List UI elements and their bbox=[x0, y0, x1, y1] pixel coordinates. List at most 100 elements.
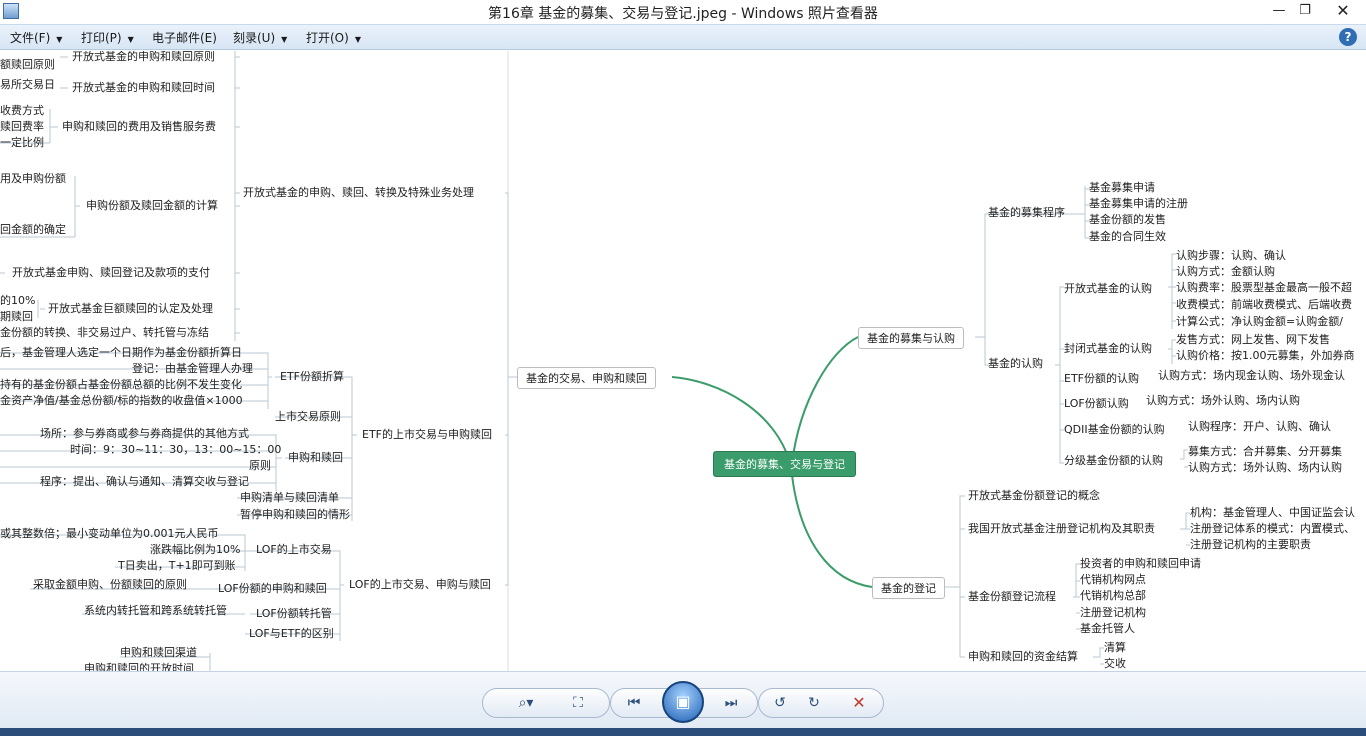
node-etf-pause: 暂停申购和赎回的情形 bbox=[240, 508, 350, 521]
actual-size-icon[interactable]: ⛶ bbox=[565, 690, 591, 716]
node-reg-flow-item: 注册登记机构 bbox=[1080, 606, 1146, 619]
node-calc-leaf: 用及申购份额 bbox=[0, 172, 66, 185]
node-reg-org-item: 注册登记体系的模式：内置模式、 bbox=[1190, 522, 1355, 535]
rotate-counterclockwise-icon[interactable]: ↺ bbox=[767, 690, 793, 716]
node-etf-subscription: ETF份额的认购 bbox=[1064, 372, 1139, 385]
menu-print-label: 打印(P) bbox=[81, 31, 122, 45]
previous-icon[interactable]: ⏮ bbox=[621, 690, 647, 716]
node-qdii-sub-item: 认购程序：开户、认购、确认 bbox=[1188, 420, 1331, 433]
node-recruit-procedure: 基金的募集程序 bbox=[988, 206, 1065, 219]
mindmap-connectors bbox=[0, 51, 1190, 671]
node-etf-split-leaf: 持有的基金份额占基金份额总额的比例不发生变化 bbox=[0, 378, 242, 391]
node-lof-listing: LOF的上市交易 bbox=[256, 543, 332, 556]
chevron-down-icon: ▼ bbox=[56, 35, 63, 44]
node-settlement-item: 清算 bbox=[1104, 641, 1126, 654]
node-open-trade: 开放式基金的申购、赎回、转换及特殊业务处理 bbox=[243, 186, 474, 199]
node-fee: 申购和赎回的费用及销售服务费 bbox=[62, 120, 216, 133]
taskbar bbox=[0, 728, 1366, 736]
node-etf-listing: 上市交易原则 bbox=[275, 410, 341, 423]
node-etf-trade: ETF的上市交易与申购赎回 bbox=[362, 428, 492, 441]
menu-email-label: 电子邮件(E) bbox=[152, 31, 217, 45]
node-recruit-item: 基金募集申请的注册 bbox=[1089, 197, 1188, 210]
window-title: 第16章 基金的募集、交易与登记.jpeg - Windows 照片查看器 bbox=[488, 6, 878, 22]
node-etf-split: ETF份额折算 bbox=[280, 370, 344, 383]
node-etf-split-leaf: 登记：由基金管理人办理 bbox=[132, 362, 253, 375]
node-recruit-item: 基金的合同生效 bbox=[1089, 230, 1166, 243]
menu-email[interactable]: 电子邮件(E) bbox=[152, 29, 217, 46]
node-huge-redeem: 开放式基金巨额赎回的认定及处理 bbox=[48, 302, 213, 315]
node-closed-sub-item: 发售方式：网上发售、网下发售 bbox=[1176, 333, 1330, 346]
menu-file-label: 文件(F) bbox=[10, 31, 51, 45]
node-reg-flow: 基金份额登记流程 bbox=[968, 590, 1056, 603]
node-open-sub-item: 收费模式：前端收费模式、后端收费 bbox=[1176, 298, 1352, 311]
node-reg-flow-item: 基金托管人 bbox=[1080, 622, 1135, 635]
slideshow-icon[interactable]: ▣ bbox=[662, 681, 704, 723]
node-open-sub-item: 认购步骤：认购、确认 bbox=[1176, 249, 1286, 262]
node-closed-subscription: 封闭式基金的认购 bbox=[1064, 342, 1152, 355]
title-bar: 第16章 基金的募集、交易与登记.jpeg - Windows 照片查看器 — … bbox=[0, 0, 1366, 24]
node-lof-open-time: 申购和赎回的开放时间 bbox=[84, 662, 194, 671]
node-settle-pay: 开放式基金申购、赎回登记及款项的支付 bbox=[12, 266, 210, 279]
node-etf-sr-leaf: 场所：参与券商或参与券商提供的其他方式 bbox=[40, 427, 249, 440]
node-etf-sr: 申购和赎回 bbox=[288, 451, 343, 464]
node-graded-subscription: 分级基金份额的认购 bbox=[1064, 454, 1163, 467]
node-graded-sub-item: 募集方式：合并募集、分开募集 bbox=[1188, 445, 1342, 458]
node-open-sub-item: 认购费率：股票型基金最高一般不超 bbox=[1176, 281, 1352, 294]
node-recruit-item: 基金募集申请 bbox=[1089, 181, 1155, 194]
close-button[interactable]: ✕ bbox=[1320, 0, 1366, 22]
node-closed-sub-item: 认购价格：按1.00元募集，外加券商 bbox=[1176, 349, 1355, 362]
node-open-sub-item: 计算公式：净认购金额=认购金额/ bbox=[1176, 315, 1343, 328]
node-subscription: 基金的认购 bbox=[988, 357, 1043, 370]
node-lof-sub-item: 认购方式：场外认购、场内认购 bbox=[1146, 394, 1300, 407]
menu-print[interactable]: 打印(P) ▼ bbox=[81, 29, 134, 46]
node-lof-sr-leaf: 采取金额申购、份额赎回的原则 bbox=[33, 578, 187, 591]
node-time: 开放式基金的申购和赎回时间 bbox=[72, 81, 215, 94]
node-lof-transfer: LOF份额转托管 bbox=[256, 607, 332, 620]
branch-registration: 基金的登记 bbox=[872, 577, 945, 599]
menu-bar: 文件(F) ▼ 打印(P) ▼ 电子邮件(E) 刻录(U) ▼ 打开(O) ▼ ? bbox=[0, 24, 1366, 50]
node-fee-leaf: 一定比例 bbox=[0, 136, 44, 149]
zoom-icon[interactable]: ⌕▾ bbox=[508, 690, 544, 716]
maximize-button[interactable]: ❐ bbox=[1288, 0, 1322, 22]
node-etf-split-leaf: 金资产净值/基金总份额/标的指数的收盘值×1000 bbox=[0, 394, 243, 407]
node-fee-leaf: 收费方式 bbox=[0, 104, 44, 117]
chevron-down-icon: ▼ bbox=[281, 35, 288, 44]
chevron-down-icon: ▼ bbox=[354, 35, 361, 44]
menu-open[interactable]: 打开(O) ▼ bbox=[306, 29, 361, 46]
node-lof-transfer-leaf: 系统内转托管和跨系统转托管 bbox=[84, 604, 227, 617]
node-time-leaf: 易所交易日 bbox=[0, 78, 55, 91]
node-etf-split-leaf: 后，基金管理人选定一个日期作为基金份额折算日 bbox=[0, 346, 242, 359]
menu-burn[interactable]: 刻录(U) ▼ bbox=[233, 29, 287, 46]
image-canvas[interactable]: 基金的募集、交易与登记 基金的交易、申购和赎回 基金的募集与认购 基金的登记 基… bbox=[0, 51, 1366, 671]
node-fee-leaf: 赎回费率 bbox=[0, 120, 44, 133]
delete-icon[interactable]: ✕ bbox=[846, 690, 872, 716]
next-icon[interactable]: ⏭ bbox=[718, 690, 744, 716]
node-lof-channel: 申购和赎回渠道 bbox=[120, 646, 197, 659]
node-lof-t1: T日卖出，T+1即可到账 bbox=[118, 559, 236, 572]
node-etf-sub-item: 认购方式：场内现金认购、场外现金认 bbox=[1158, 369, 1345, 382]
node-recruit-item: 基金份额的发售 bbox=[1089, 213, 1166, 226]
menu-file[interactable]: 文件(F) ▼ bbox=[10, 29, 62, 46]
rotate-clockwise-icon[interactable]: ↻ bbox=[801, 690, 827, 716]
node-principle: 开放式基金的申购和赎回原则 bbox=[72, 51, 215, 63]
node-transfer: 金份额的转换、非交易过户、转托管与冻结 bbox=[0, 326, 209, 339]
node-graded-sub-item: 认购方式：场外认购、场内认购 bbox=[1188, 461, 1342, 474]
node-etf-list: 申购清单与赎回清单 bbox=[240, 491, 339, 504]
node-reg-flow-item: 投资者的申购和赎回申请 bbox=[1080, 557, 1201, 570]
node-reg-org-item: 机构：基金管理人、中国证监会认 bbox=[1190, 506, 1355, 519]
node-principle-leaf: 额赎回原则 bbox=[0, 58, 55, 71]
node-lof-subscription: LOF份额认购 bbox=[1064, 397, 1129, 410]
node-reg-flow-item: 代销机构网点 bbox=[1080, 573, 1146, 586]
node-qdii-subscription: QDII基金份额的认购 bbox=[1064, 423, 1165, 436]
node-etf-sr-leaf: 原则 bbox=[249, 459, 271, 472]
node-settlement-item: 交收 bbox=[1104, 657, 1126, 670]
branch-recruit: 基金的募集与认购 bbox=[858, 327, 964, 349]
node-lof-sr: LOF份额的申购和赎回 bbox=[218, 582, 327, 595]
help-icon[interactable]: ? bbox=[1339, 28, 1357, 46]
node-reg-concept: 开放式基金份额登记的概念 bbox=[968, 489, 1100, 502]
node-open-sub-item: 认购方式：金额认购 bbox=[1176, 265, 1275, 278]
node-lof-trade: LOF的上市交易、申购与赎回 bbox=[349, 578, 491, 591]
chevron-down-icon: ▼ bbox=[127, 35, 134, 44]
node-lof-limit: 涨跌幅比例为10% bbox=[150, 543, 241, 556]
node-calc-leaf: 回金额的确定 bbox=[0, 223, 66, 236]
